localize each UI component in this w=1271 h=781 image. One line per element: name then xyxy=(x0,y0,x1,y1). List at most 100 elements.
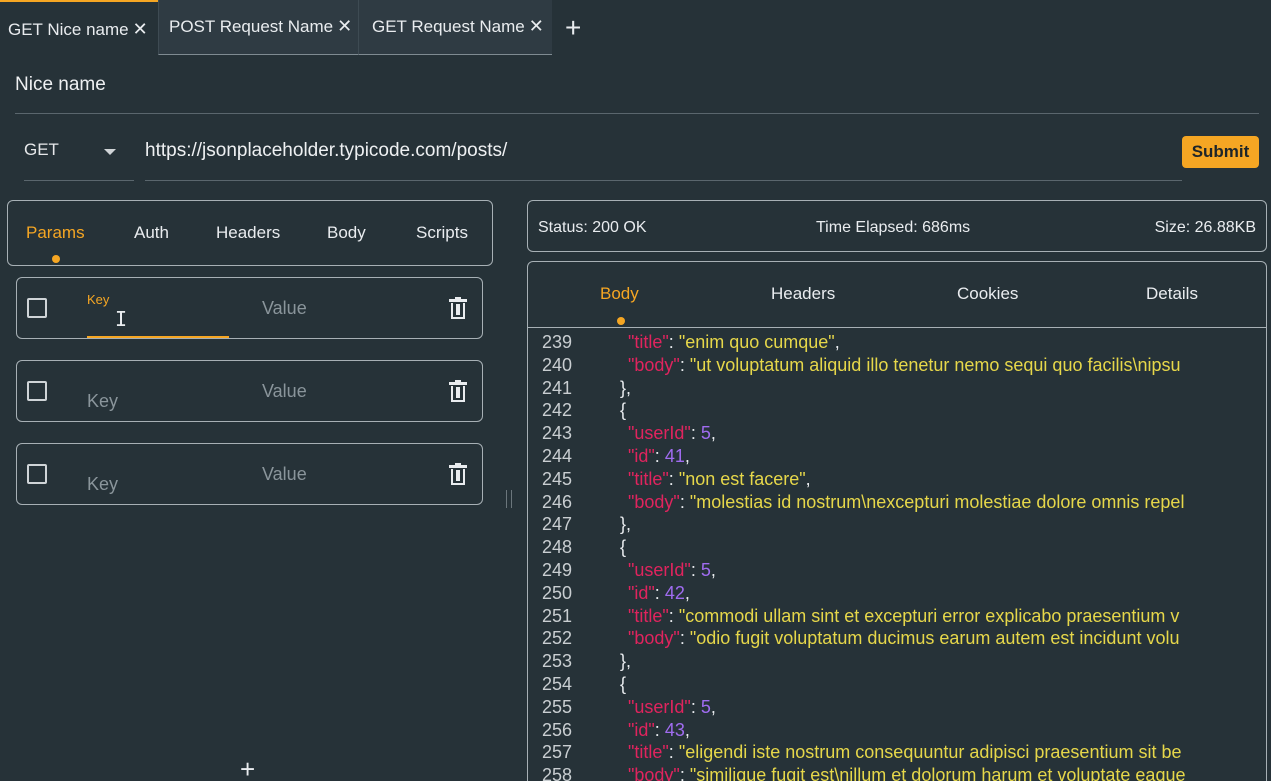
tab-response-cookies[interactable]: Cookies xyxy=(957,284,1018,304)
code-line-content: "title": "enim quo cumque", xyxy=(628,332,840,353)
panel-resize-handle[interactable] xyxy=(506,490,512,508)
code-line-content: { xyxy=(620,674,626,695)
param-key-input[interactable]: Key xyxy=(87,286,229,338)
param-value-input[interactable]: Value xyxy=(262,464,307,485)
code-line: 252 "body": "odio fugit voluptatum ducimu… xyxy=(528,628,1266,651)
line-number: 241 xyxy=(542,377,573,398)
line-number: 251 xyxy=(542,605,573,626)
code-line: 243 "userId": 5, xyxy=(528,423,1266,446)
code-line-content: { xyxy=(620,537,626,558)
param-key-placeholder: Key xyxy=(87,474,119,494)
line-number: 249 xyxy=(542,559,573,580)
json-comma: , xyxy=(710,696,716,717)
tab-auth[interactable]: Auth xyxy=(134,223,169,243)
json-key: "title" xyxy=(628,605,669,626)
line-number: 240 xyxy=(542,354,573,375)
url-input[interactable] xyxy=(145,139,1182,162)
response-status-bar: Status: 200 OK Time Elapsed: 686ms Size:… xyxy=(527,200,1267,252)
tab-response-headers[interactable]: Headers xyxy=(771,284,835,304)
tab-label: GET Request Name xyxy=(372,17,525,36)
trash-icon[interactable] xyxy=(449,463,467,486)
json-colon: : xyxy=(679,491,690,512)
param-key-input[interactable]: Key xyxy=(87,369,229,421)
code-line-content: "title": "non est facere", xyxy=(628,469,811,490)
json-key: "title" xyxy=(628,332,669,352)
request-name[interactable]: Nice name xyxy=(15,74,106,96)
tab-headers[interactable]: Headers xyxy=(216,223,280,243)
json-key: "userId" xyxy=(628,423,691,444)
trash-icon[interactable] xyxy=(449,380,467,403)
tab-params[interactable]: Params xyxy=(26,223,85,243)
code-line: 251 "title": "commodi ullam sint et excep… xyxy=(528,605,1266,629)
code-line: 255 "userId": 5, xyxy=(528,696,1266,720)
code-line-content: }, xyxy=(620,378,631,399)
json-colon: : xyxy=(679,628,690,649)
json-key: "id" xyxy=(628,445,655,466)
focus-underline xyxy=(87,336,229,338)
status-code: Status: 200 OK xyxy=(538,219,647,236)
tab-get-request-name[interactable]: GET Request Name ✕ xyxy=(358,0,552,55)
json-colon: : xyxy=(690,423,701,444)
tab-scripts[interactable]: Scripts xyxy=(416,223,468,243)
json-key: "title" xyxy=(628,468,669,489)
json-value: 43 xyxy=(664,719,685,740)
url-field[interactable] xyxy=(145,139,1182,181)
request-name-underline xyxy=(15,113,1259,114)
param-key-input[interactable]: Key xyxy=(87,452,229,504)
code-line: 256 "id": 43, xyxy=(528,720,1266,743)
json-colon: : xyxy=(654,445,665,466)
line-number: 245 xyxy=(542,468,573,489)
code-line-content: "id": 43, xyxy=(628,720,690,741)
json-value: 41 xyxy=(664,445,685,466)
response-tabs: Body Headers Cookies Details xyxy=(528,262,1266,328)
code-line-content: "body": "odio fugit voluptatum ducimus e… xyxy=(628,628,1179,649)
tab-get-nice-name[interactable]: GET Nice name ✕ xyxy=(0,0,158,56)
code-line: 245 "title": "non est facere", xyxy=(528,468,1266,492)
code-line-content: "userId": 5, xyxy=(628,560,716,581)
json-comma: , xyxy=(805,468,811,489)
tab-body[interactable]: Body xyxy=(327,223,366,243)
text-cursor-icon: I xyxy=(115,307,128,331)
json-key: "body" xyxy=(628,491,680,512)
code-line: 253}, xyxy=(528,651,1266,674)
active-tab-indicator xyxy=(617,317,625,325)
submit-button[interactable]: Submit xyxy=(1182,136,1259,168)
json-value: "eligendi iste nostrum consequuntur adip… xyxy=(678,742,1182,763)
json-comma: , xyxy=(834,332,840,352)
close-icon[interactable]: ✕ xyxy=(529,17,544,35)
param-enable-checkbox[interactable] xyxy=(27,464,47,484)
response-panel: Body Headers Cookies Details 239 "title":… xyxy=(527,261,1267,781)
response-size: Size: 26.88KB xyxy=(1154,219,1256,236)
json-key: "userId" xyxy=(628,559,691,580)
tab-response-details[interactable]: Details xyxy=(1146,284,1198,304)
code-line-content: "id": 42, xyxy=(628,583,690,604)
chevron-down-icon xyxy=(104,149,116,155)
method-select[interactable]: GET xyxy=(24,139,134,181)
json-key: "body" xyxy=(628,628,680,649)
code-line-content: "body": "similique fugit est\nillum et d… xyxy=(628,765,1185,781)
json-colon: : xyxy=(679,765,690,781)
param-row: Key Value xyxy=(16,277,483,339)
param-value-input[interactable]: Value xyxy=(262,381,307,402)
tab-post-request-name[interactable]: POST Request Name ✕ xyxy=(158,0,358,55)
close-icon[interactable]: ✕ xyxy=(133,20,148,38)
code-line: 240 "body": "ut voluptatum aliquid illo t… xyxy=(528,354,1266,378)
trash-icon[interactable] xyxy=(449,297,467,320)
line-number: 258 xyxy=(542,765,573,781)
json-colon: : xyxy=(668,742,679,763)
code-line-content: "title": "eligendi iste nostrum consequu… xyxy=(628,742,1181,763)
add-param-icon[interactable]: + xyxy=(240,756,255,781)
line-number: 255 xyxy=(542,696,573,717)
json-punctuation: { xyxy=(620,400,627,421)
response-body-viewer[interactable]: 239 "title": "enim quo cumque", 240 "body":… xyxy=(528,332,1266,781)
code-line: 239 "title": "enim quo cumque", xyxy=(528,332,1266,355)
close-icon[interactable]: ✕ xyxy=(337,17,352,35)
json-colon: : xyxy=(654,719,665,740)
json-value: "commodi ullam sint et excepturi error e… xyxy=(678,605,1180,626)
tab-response-body[interactable]: Body xyxy=(600,284,639,304)
param-value-input[interactable]: Value xyxy=(262,298,307,319)
add-tab-icon[interactable]: + xyxy=(565,12,581,44)
param-enable-checkbox[interactable] xyxy=(27,381,47,401)
param-enable-checkbox[interactable] xyxy=(27,298,47,318)
json-value: "enim quo cumque" xyxy=(678,332,835,352)
